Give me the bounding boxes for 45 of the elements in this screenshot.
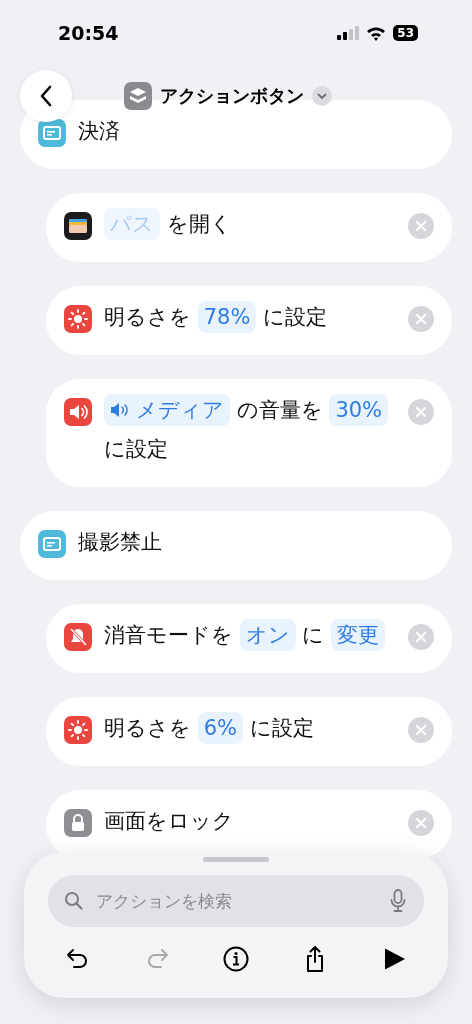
action-text: を開く [166, 212, 232, 236]
action-text: に設定 [104, 437, 168, 461]
signal-icon [337, 26, 360, 40]
action-text: に設定 [263, 305, 328, 329]
action-card[interactable]: 明るさを 6% に設定 [46, 697, 452, 766]
status-time: 20:54 [58, 22, 119, 44]
search-bar[interactable]: アクションを検索 [48, 875, 424, 927]
speaker-icon [64, 398, 92, 426]
action-text: 撮影禁止 [78, 530, 162, 554]
lock-icon [64, 809, 92, 837]
action-text: 決済 [78, 119, 120, 143]
action-card[interactable]: 明るさを 78% に設定 [46, 286, 452, 355]
search-icon [64, 891, 84, 911]
parameter-token[interactable]: 30% [329, 394, 389, 426]
speaker-icon [110, 402, 130, 418]
wallet-icon [64, 212, 92, 240]
action-text: 消音モードを [104, 623, 233, 647]
action-text: の音量を [236, 398, 323, 422]
parameter-token[interactable]: メディア [104, 394, 230, 426]
parameter-token[interactable]: 変更 [331, 619, 386, 651]
chevron-down-icon[interactable] [312, 86, 332, 106]
battery-level: 53 [393, 25, 418, 41]
wifi-icon [366, 25, 387, 41]
layers-icon [124, 82, 152, 110]
sun-icon [64, 305, 92, 333]
card-icon [38, 119, 66, 147]
action-text: 画面をロック [104, 809, 234, 833]
action-text: 明るさを [104, 716, 191, 740]
card-icon [38, 530, 66, 558]
parameter-token[interactable]: 78% [197, 301, 257, 333]
parameter-token[interactable]: 6% [197, 712, 243, 744]
bell-slash-icon [64, 623, 92, 651]
microphone-icon[interactable] [390, 889, 406, 913]
action-card[interactable]: メディア の音量を 30% に設定 [46, 379, 452, 487]
action-text: に [302, 623, 325, 647]
info-icon[interactable] [222, 945, 250, 973]
action-card[interactable]: 撮影禁止 [20, 511, 452, 580]
action-text: 明るさを [104, 305, 191, 329]
chevron-left-icon[interactable] [39, 85, 53, 107]
sun-icon [64, 716, 92, 744]
action-text: に設定 [249, 716, 314, 740]
back-button[interactable] [20, 70, 72, 122]
search-field[interactable]: アクションを検索 [94, 890, 380, 912]
parameter-token[interactable]: オン [239, 619, 296, 651]
action-card[interactable]: 消音モードを オン に 変更 [46, 604, 452, 673]
